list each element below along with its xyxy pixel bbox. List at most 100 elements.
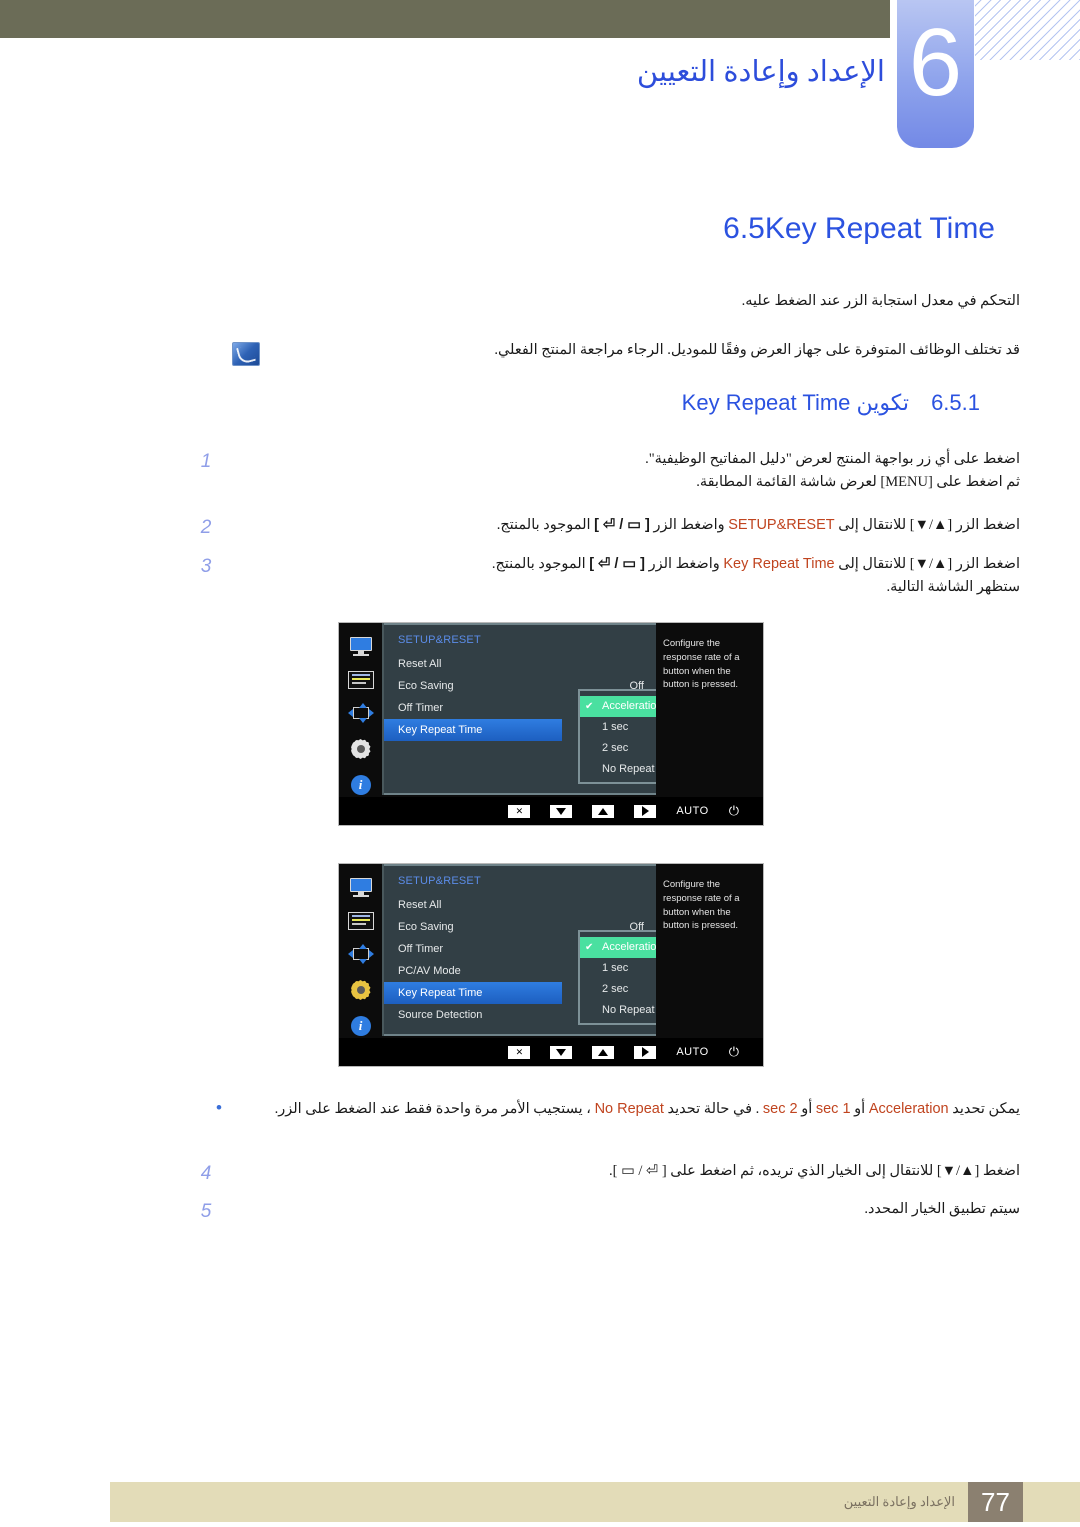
subsection-title-en: Key Repeat Time [681,390,851,415]
bullet-part-d: . في حالة تحديد [667,1101,760,1117]
step-number: 1 [200,451,212,472]
osd-description-1: Configure the response rate of a button … [656,623,762,795]
osd-option-label: Acceleration [602,941,663,953]
osd-option-label: 1 sec [602,721,629,733]
note-icon [232,342,260,366]
bullet-keyword-2sec: 2 sec [762,1101,798,1117]
step-1-line-2: ثم اضغط على [MENU] لعرض شاشة القائمة الم… [696,474,1020,491]
osd-item-label: Key Repeat Time [398,724,483,736]
bullet-part-e: ، يستجيب الأمر مرة واحدة فقط عند الضغط ع… [274,1101,591,1117]
bullet-note-text: يمكن تحديد Acceleration أو 1 sec أو 2 se… [228,1098,1020,1121]
section-title: Key Repeat Time [764,212,995,245]
enter-arrow-icon[interactable] [634,1045,657,1059]
chapter-number: 6 [908,9,963,116]
bullet-icon: • [216,1098,222,1117]
step-2-key: [ ⏎ / ▭ ] [594,517,650,533]
step-text: اضغط [▲/▼] للانتقال إلى الخيار الذي تريد… [609,1163,1020,1179]
osd-key-guide-1: ✕ AUTO ⏻ [339,797,763,825]
osd-screenshot-1: i SETUP&RESET Reset All Eco Saving Off O… [338,622,764,826]
step-3: 3 اضغط الزر [▲/▼] للانتقال إلى Key Repea… [190,553,1020,599]
step-3-extra: ستظهر الشاشة التالية. [886,579,1020,596]
step-3-post: الموجود بالمنتج. [491,556,586,572]
size-position-icon [347,944,374,964]
down-arrow-icon[interactable] [550,804,573,818]
bullet-part-b: أو [854,1101,866,1117]
section-number: 6.5 [723,212,765,245]
power-icon[interactable]: ⏻ [729,1044,739,1060]
step-2: 2 اضغط الزر [▲/▼] للانتقال إلى SETUP&RES… [190,514,1020,542]
osd-item-label: Eco Saving [398,680,454,692]
osd-menu-panel-2: SETUP&RESET Reset All Eco Saving Off Off… [384,864,695,1036]
osd-icon-rail: i [339,623,384,795]
step-number: 2 [200,517,212,538]
osd-item-reset-all[interactable]: Reset All [384,653,656,675]
decorative-stripes [975,0,1080,60]
down-arrow-icon[interactable] [550,1045,573,1059]
osd-icon-rail: i [339,864,384,1036]
step-text: اضغط الزر [▲/▼] للانتقال إلى SETUP&RESET… [222,514,1020,537]
information-icon: i [350,1016,371,1036]
bullet-keyword-1sec: 1 sec [815,1101,851,1117]
osd-item-label: Off Timer [398,702,444,714]
auto-button-label[interactable]: AUTO [676,805,708,817]
osd-screenshot-2: i SETUP&RESET Reset All Eco Saving Off O… [338,863,764,1067]
header-bar [0,0,890,38]
bullet-note: • يمكن تحديد Acceleration أو 1 sec أو 2 … [210,1098,1020,1121]
step-number: 3 [200,556,212,577]
step-number: 5 [200,1201,212,1222]
osd-option-label: No Repeat [602,763,655,775]
osd-item-key-repeat-time[interactable]: Key Repeat Time [384,719,562,741]
bullet-keyword-acceleration: Acceleration [868,1101,949,1117]
osd-key-guide-2: ✕ AUTO ⏻ [339,1038,763,1066]
size-position-icon [347,703,374,723]
page-number-badge: 77 [968,1482,1023,1522]
step-3-mid: واضغط الزر [648,556,720,572]
osd-item-reset-all[interactable]: Reset All [384,894,656,916]
osd-option-label: Acceleration [602,700,663,712]
enter-arrow-icon[interactable] [634,804,657,818]
step-2-mid: واضغط الزر [653,517,725,533]
information-icon: i [350,775,371,795]
step-text: سيتم تطبيق الخيار المحدد. [864,1201,1020,1217]
step-4: 4 اضغط [▲/▼] للانتقال إلى الخيار الذي تر… [190,1160,1020,1188]
osd-item-label: PC/AV Mode [398,965,461,977]
osd-option-label: 2 sec [602,983,629,995]
setup-gear-icon [349,737,373,761]
step-3-keyword: Key Repeat Time [723,556,835,572]
osd-menu-title: SETUP&RESET [398,875,481,887]
bullet-part-a: يمكن تحديد [952,1101,1020,1117]
osd-item-label: Reset All [398,658,442,670]
model-note-row: قد تختلف الوظائف المتوفرة على جهاز العرض… [220,340,1020,366]
osd-item-label: Eco Saving [398,921,454,933]
osd-item-key-repeat-time[interactable]: Key Repeat Time [384,982,562,1004]
chapter-title: الإعداد وإعادة التعيين [636,56,885,88]
up-arrow-icon[interactable] [592,804,615,818]
bullet-part-c: أو [801,1101,813,1117]
osd-option-label: 2 sec [602,742,629,754]
step-3-key: [ ⏎ / ▭ ] [589,556,645,572]
up-arrow-icon[interactable] [592,1045,615,1059]
osd-item-label: Reset All [398,899,442,911]
osd-option-label: No Repeat [602,1004,655,1016]
step-text: اضغط على أي زر بواجهة المنتج لعرض "دليل … [222,448,1020,494]
section-heading: 6.5Key Repeat Time [697,212,995,246]
subsection-title-ar: تكوين [856,390,910,415]
close-icon[interactable]: ✕ [508,1045,531,1059]
step-2-keyword: SETUP&RESET [728,517,835,533]
subsection-number: 6.5.1 [931,390,980,415]
monitor-icon [348,637,374,657]
step-3-pre: اضغط الزر [▲/▼] للانتقال إلى [838,556,1020,572]
osd-item-label: Key Repeat Time [398,987,483,999]
osd-item-label: Source Detection [398,1009,483,1021]
subsection-heading: 6.5.1 تكوين Key Repeat Time [682,390,980,416]
power-icon[interactable]: ⏻ [729,803,739,819]
auto-button-label[interactable]: AUTO [676,1046,708,1058]
monitor-icon [348,878,374,898]
osd-option-label: 1 sec [602,962,629,974]
osd-menu-title: SETUP&RESET [398,634,481,646]
step-2-post: الموجود بالمنتج. [496,517,591,533]
close-icon[interactable]: ✕ [508,804,531,818]
step-5: 5 سيتم تطبيق الخيار المحدد. [190,1198,1020,1226]
color-settings-icon [347,671,374,689]
model-note-text: قد تختلف الوظائف المتوفرة على جهاز العرض… [494,342,1020,358]
